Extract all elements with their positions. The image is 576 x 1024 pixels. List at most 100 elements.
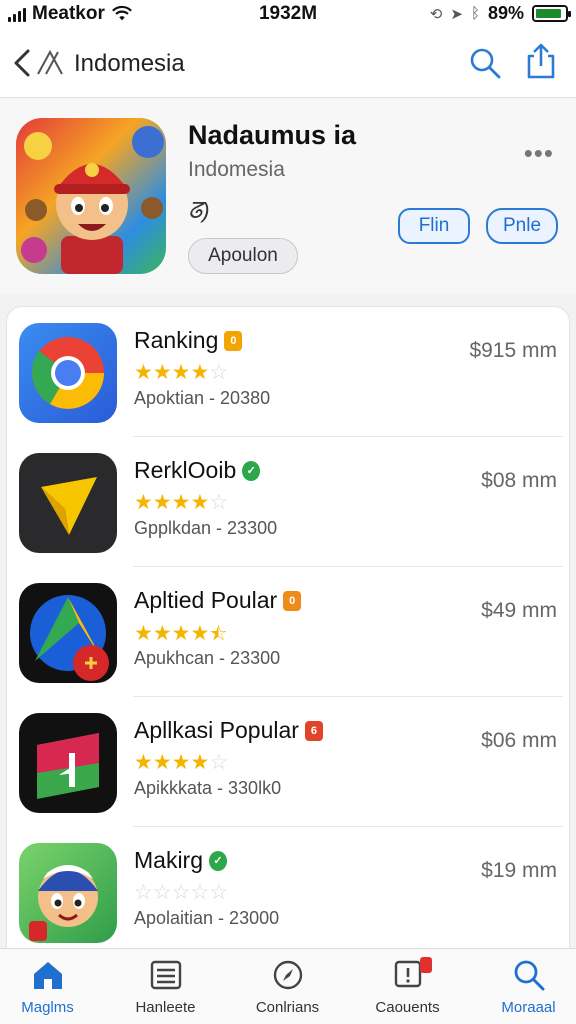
search-icon[interactable] [468, 46, 502, 80]
back-button[interactable] [10, 48, 70, 78]
tab-label: Caouents [375, 999, 440, 1016]
star-icon: ★ [171, 361, 191, 384]
app-icon-flag [19, 713, 117, 813]
item-meta: Gpplkdan - 23300 [134, 518, 278, 538]
list-item[interactable]: RerklOoib ✓ ★★★★☆ Gpplkdan - 23300 $08 m… [7, 437, 569, 567]
star-icon: ☆ [209, 751, 229, 774]
status-bar: Meatkor 1932M ⟲ ➤ ᛒ 89% [0, 0, 576, 30]
tab-bar: Maglms Hanleete Conlrians Caouents Moraa… [0, 948, 576, 1024]
tab-label: Hanleete [135, 999, 196, 1016]
item-name-text: Makirg [134, 847, 204, 873]
search-icon [514, 960, 544, 991]
item-price: $06 mm [481, 729, 557, 752]
star-icon: ☆ [190, 881, 210, 904]
item-name-text: Apltied Poular [134, 587, 278, 613]
star-icon: ☆ [209, 881, 229, 904]
list-item[interactable]: Apltied Poular 0 ★★★★⯪ Apukhcan - 23300 … [7, 567, 569, 697]
tab-hanleete[interactable]: Hanleete [108, 955, 223, 1021]
yellow-arrow-icon [41, 477, 97, 535]
tab-moraaal[interactable]: Moraaal [471, 955, 576, 1021]
star-icon: ☆ [171, 881, 191, 904]
bluetooth-icon: ᛒ [470, 5, 480, 22]
cartoon-character-icon [21, 126, 164, 274]
star-icon: ⯪ [209, 624, 228, 645]
app-title: Nadaumus ia [188, 120, 357, 150]
list-item[interactable]: Apllkasi Popular 6 ★★★★☆ Apikkkata - 330… [7, 697, 569, 827]
star-rating: ★★★★☆ [134, 750, 228, 775]
star-icon: ★ [152, 361, 172, 384]
star-icon: ★ [171, 622, 191, 645]
nav-bar: Indomesia [0, 30, 576, 98]
flag-logo-icon [37, 733, 99, 799]
filter-pill-button[interactable]: Flin [398, 208, 470, 244]
item-name-text: Apllkasi Popular [134, 717, 299, 743]
star-icon: ★ [134, 751, 153, 774]
tab-label: Conlrians [255, 999, 320, 1016]
star-icon: ★ [190, 751, 210, 774]
star-icon: ★ [134, 491, 153, 514]
category-badge-icon: 6 [304, 720, 323, 741]
chrome-app-icon [19, 323, 117, 423]
newspaper-icon [150, 960, 181, 990]
ranking-list: Ranking 0 ★★★★☆ Apoktian - 20380 $915 mm… [6, 306, 570, 966]
tab-label: Maglms [21, 999, 74, 1016]
app-icon-character [19, 843, 117, 943]
star-icon: ★ [190, 622, 210, 645]
lock-rotation-icon: ⟲ [429, 5, 443, 23]
star-rating: ★★★★☆ [134, 490, 228, 515]
item-meta: Apikkkata - 330lk0 [134, 778, 282, 798]
star-icon: ★ [171, 751, 191, 774]
item-meta: Apolaitian - 23000 [134, 908, 280, 928]
category-badge-icon: 0 [224, 330, 243, 351]
app-icon[interactable] [16, 118, 166, 274]
tab-caouents[interactable]: Caouents [350, 955, 465, 1021]
verified-badge-icon: ✓ [209, 850, 228, 871]
tab-conlrians[interactable]: Conlrians [230, 955, 345, 1021]
star-icon: ☆ [134, 881, 153, 904]
app-rating-glyph: ᘔ) [188, 198, 210, 223]
item-name: Ranking 0 [134, 327, 243, 354]
star-icon: ★ [134, 622, 153, 645]
verified-badge-icon: ✓ [242, 460, 261, 481]
tab-label: Moraaal [501, 999, 556, 1016]
item-name: Makirg ✓ [134, 847, 228, 874]
item-name-text: RerklOoib [134, 457, 237, 483]
star-icon: ★ [152, 491, 172, 514]
nav-title: Indomesia [74, 50, 185, 77]
app-header: Nadaumus ia Indomesia ᘔ) Apoulon ••• Fli… [0, 98, 576, 294]
battery-fill [536, 9, 561, 18]
app-subtitle: Indomesia [188, 158, 285, 181]
item-price: $08 mm [481, 469, 557, 492]
item-name: Apllkasi Popular 6 [134, 717, 323, 744]
triangle-logo-icon [30, 595, 109, 681]
star-icon: ★ [171, 491, 191, 514]
cartoon-face-icon [29, 865, 98, 941]
item-meta: Apoktian - 20380 [134, 388, 271, 408]
item-name: RerklOoib ✓ [134, 457, 261, 484]
star-icon: ★ [152, 622, 172, 645]
app-category-chip[interactable]: Apoulon [188, 238, 298, 274]
star-rating: ★★★★☆ [134, 360, 228, 385]
item-name-text: Ranking [134, 327, 219, 353]
app-store-glyph-icon [37, 50, 63, 75]
tab-maglms[interactable]: Maglms [0, 955, 105, 1021]
star-icon: ☆ [209, 491, 229, 514]
star-icon: ★ [190, 361, 210, 384]
app-icon-maps [19, 583, 117, 683]
sort-pill-button[interactable]: Pnle [486, 208, 558, 244]
battery-icon [532, 5, 571, 22]
list-item[interactable]: Ranking 0 ★★★★☆ Apoktian - 20380 $915 mm [7, 307, 569, 437]
share-icon[interactable] [524, 42, 558, 80]
home-icon [33, 962, 62, 989]
location-icon: ➤ [450, 5, 463, 23]
star-icon: ★ [134, 361, 153, 384]
list-item[interactable]: Makirg ✓ ☆☆☆☆☆ Apolaitian - 23000 $19 mm [7, 827, 569, 957]
compass-icon [273, 960, 302, 990]
chevron-left-icon [14, 49, 30, 77]
more-icon[interactable]: ••• [524, 138, 554, 169]
star-icon: ★ [152, 751, 172, 774]
browser-logo-icon [31, 337, 104, 409]
app-icon-dark [19, 453, 117, 553]
item-price: $49 mm [481, 599, 557, 622]
item-meta: Apukhcan - 23300 [134, 648, 281, 668]
